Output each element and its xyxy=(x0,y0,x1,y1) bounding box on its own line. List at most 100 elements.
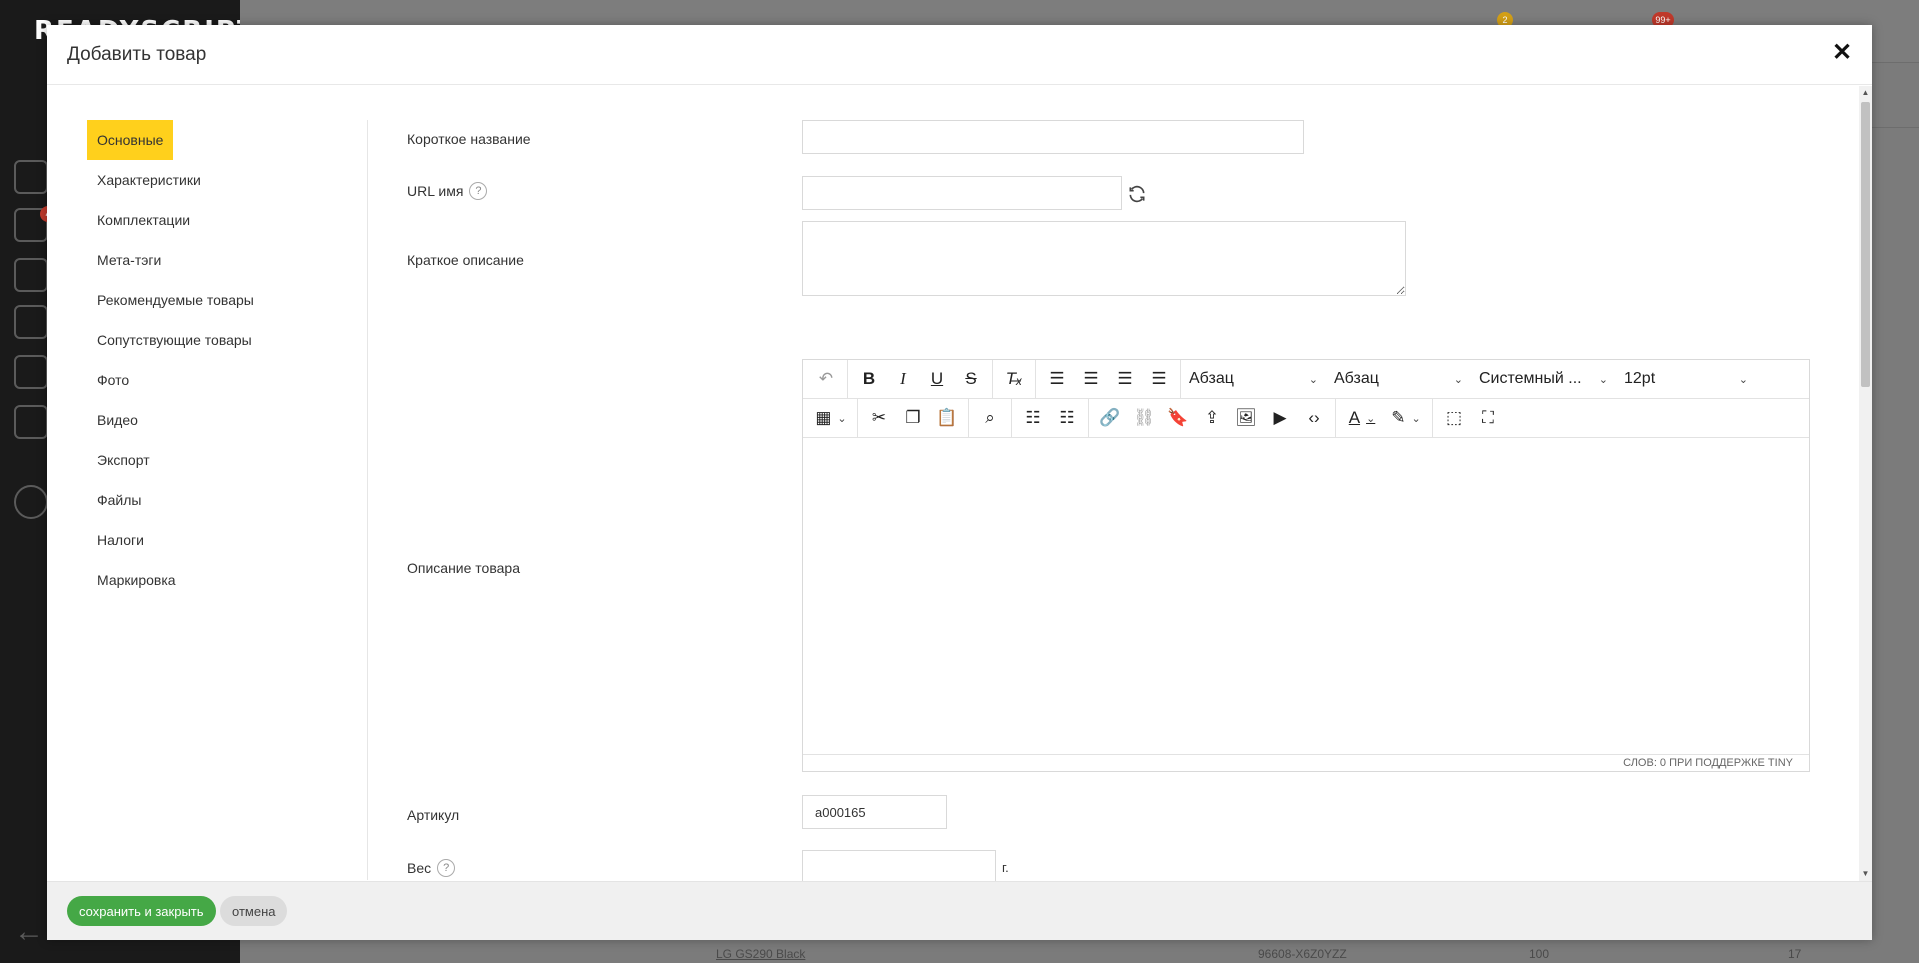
tab-meta-tags[interactable]: Мета-тэги xyxy=(87,240,367,280)
cancel-button[interactable]: отмена xyxy=(220,896,288,926)
color-group: A ⌄ ✎ ⌄ xyxy=(1336,398,1433,438)
bold-icon[interactable]: B xyxy=(852,364,886,394)
grid-icon xyxy=(14,405,48,439)
weight-input[interactable] xyxy=(802,850,996,881)
sliders-icon xyxy=(14,355,48,389)
refresh-icon[interactable] xyxy=(1127,184,1147,204)
chevron-down-icon: ⌄ xyxy=(1738,373,1748,386)
unlink-icon[interactable]: ⛓ xyxy=(1127,403,1161,433)
help-icon[interactable]: ? xyxy=(469,182,488,200)
back-arrow-icon: ← xyxy=(14,915,44,948)
format-group: B I U S xyxy=(848,359,993,399)
users-icon xyxy=(14,160,48,194)
copy-icon[interactable]: ❐ xyxy=(896,403,930,433)
clipboard-group: ✂ ❐ 📋 xyxy=(858,398,969,438)
tab-main[interactable]: Основные xyxy=(87,120,174,160)
table-group: ▦ ⌄ xyxy=(805,398,858,438)
link-icon[interactable]: 🔗 xyxy=(1093,403,1127,433)
tab-export[interactable]: Экспорт xyxy=(87,440,367,480)
hanger-icon xyxy=(14,258,48,292)
editor-content-area[interactable] xyxy=(803,439,1809,754)
fullscreen-icon[interactable]: ⛶ xyxy=(1471,403,1505,433)
tab-recommended[interactable]: Рекомендуемые товары xyxy=(87,280,367,320)
weight-label: Вес xyxy=(407,860,432,876)
numbered-list-icon[interactable]: ☷ xyxy=(1050,403,1084,433)
background-product-row: LG GS290 Black 96608-X6Z0YZZ 100 17 xyxy=(588,945,1919,963)
scroll-thumb[interactable] xyxy=(1861,102,1870,387)
url-input[interactable] xyxy=(802,176,1122,210)
bullet-list-icon[interactable]: ☷ xyxy=(1016,403,1050,433)
description-label: Описание товара xyxy=(407,560,520,576)
product-qty: 100 xyxy=(1529,947,1550,961)
cut-icon[interactable]: ✂ xyxy=(862,403,896,433)
font-size-select[interactable]: 12pt ⌄ xyxy=(1616,364,1756,394)
underline-icon[interactable]: U xyxy=(920,364,954,394)
short-name-input[interactable] xyxy=(802,120,1304,154)
clear-format-icon[interactable]: T̶ₓ xyxy=(997,364,1031,394)
strikethrough-icon[interactable]: S xyxy=(954,364,988,394)
sku-input[interactable] xyxy=(802,795,947,829)
chevron-down-icon: ⌄ xyxy=(1308,373,1318,386)
font-family-value: Системный ... xyxy=(1479,370,1582,387)
image-icon[interactable]: 🖼 xyxy=(1229,403,1263,433)
product-name: LG GS290 Black xyxy=(716,947,806,961)
help-icon[interactable]: ? xyxy=(437,859,456,877)
show-blocks-icon[interactable]: ⬚ xyxy=(1437,403,1471,433)
block-format-value-2: Абзац xyxy=(1334,370,1379,387)
tabs-list: Основные Характеристики Комплектации Мет… xyxy=(87,120,367,600)
editor-statusbar: СЛОВ: 0 ПРИ ПОДДЕРЖКЕ TINY xyxy=(803,754,1809,771)
weight-label-row: Вес ? xyxy=(407,859,456,877)
scroll-up-arrow[interactable]: ▲ xyxy=(1861,88,1870,98)
block-format-select-2[interactable]: Абзац ⌄ xyxy=(1326,364,1471,394)
tab-characteristics[interactable]: Характеристики xyxy=(87,160,367,200)
highlight-color-icon[interactable]: ✎ ⌄ xyxy=(1384,403,1428,433)
chevron-down-icon: ⌄ xyxy=(1453,373,1463,386)
modal-scrollbar[interactable]: ▲ ▼ xyxy=(1859,86,1872,881)
paste-icon[interactable]: 📋 xyxy=(930,403,964,433)
tab-files[interactable]: Файлы xyxy=(87,480,367,520)
align-right-icon[interactable]: ☰ xyxy=(1108,364,1142,394)
weight-unit: г. xyxy=(1002,860,1009,875)
bookmark-icon[interactable]: 🔖 xyxy=(1161,403,1195,433)
media-icon[interactable]: ▶ xyxy=(1263,403,1297,433)
modal-body: Основные Характеристики Комплектации Мет… xyxy=(47,86,1859,881)
tab-marking[interactable]: Маркировка xyxy=(87,560,367,600)
tab-video[interactable]: Видео xyxy=(87,400,367,440)
undo-icon[interactable]: ↶ xyxy=(809,364,843,394)
short-desc-label: Краткое описание xyxy=(407,252,524,268)
list-group: ☷ ☷ xyxy=(1012,398,1089,438)
rich-text-editor: ↶ B I U S T̶ₓ ☰ ☰ ☰ ☰ Абзац ⌄ Абзац ⌄ Си… xyxy=(802,359,1810,772)
scroll-down-arrow[interactable]: ▼ xyxy=(1861,869,1870,879)
tab-related[interactable]: Сопутствующие товары xyxy=(87,320,367,360)
product-extra: 17 xyxy=(1788,947,1802,961)
tabs-divider xyxy=(367,120,368,880)
modal-header: Добавить товар ✕ xyxy=(47,25,1872,85)
align-left-icon[interactable]: ☰ xyxy=(1040,364,1074,394)
align-center-icon[interactable]: ☰ xyxy=(1074,364,1108,394)
code-icon[interactable]: ‹› xyxy=(1297,403,1331,433)
modal-title: Добавить товар xyxy=(67,44,207,65)
save-and-close-button[interactable]: сохранить и закрыть xyxy=(67,896,216,926)
insert-group: 🔗 ⛓ 🔖 ⇪ 🖼 ▶ ‹› xyxy=(1089,398,1336,438)
download-icon xyxy=(14,485,48,519)
font-family-select[interactable]: Системный ... ⌄ xyxy=(1471,364,1616,394)
align-justify-icon[interactable]: ☰ xyxy=(1142,364,1176,394)
modal-footer: сохранить и закрыть отмена xyxy=(47,881,1872,940)
tab-taxes[interactable]: Налоги xyxy=(87,520,367,560)
search-group: ⌕ xyxy=(969,398,1012,438)
text-color-icon[interactable]: A ⌄ xyxy=(1340,403,1384,433)
tab-offers[interactable]: Комплектации xyxy=(87,200,367,240)
font-size-value: 12pt xyxy=(1624,370,1656,387)
short-name-label: Короткое название xyxy=(407,131,531,147)
tab-photo[interactable]: Фото xyxy=(87,360,367,400)
short-desc-textarea[interactable] xyxy=(802,221,1406,296)
upload-icon[interactable]: ⇪ xyxy=(1195,403,1229,433)
editor-toolbar-row-1: ↶ B I U S T̶ₓ ☰ ☰ ☰ ☰ Абзац ⌄ Абзац ⌄ Си… xyxy=(803,359,1809,399)
block-format-value: Абзац xyxy=(1189,370,1234,387)
table-icon[interactable]: ▦ ⌄ xyxy=(809,403,853,433)
close-icon[interactable]: ✕ xyxy=(1830,41,1854,65)
search-icon[interactable]: ⌕ xyxy=(973,403,1007,433)
block-format-select[interactable]: Абзац ⌄ xyxy=(1181,364,1326,394)
italic-icon[interactable]: I xyxy=(886,364,920,394)
view-group: ⬚ ⛶ xyxy=(1433,399,1509,438)
